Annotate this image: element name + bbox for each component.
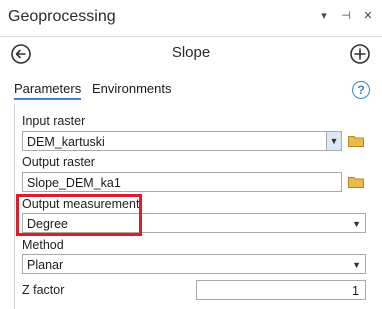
chevron-down-icon: ▼	[352, 219, 361, 229]
chevron-down-icon[interactable]: ▼	[326, 132, 341, 150]
parameters-panel-divider	[14, 104, 15, 309]
input-raster-label: Input raster	[22, 114, 86, 128]
pin-icon[interactable]: ⊣	[340, 9, 352, 22]
window-controls: ▾ ⊣ ✕	[318, 9, 374, 22]
tab-environments[interactable]: Environments	[92, 81, 171, 96]
output-raster-value: Slope_DEM_ka1	[27, 176, 121, 190]
input-raster-value: DEM_kartuski	[27, 135, 105, 149]
method-value: Planar	[27, 258, 64, 272]
output-raster-field[interactable]: Slope_DEM_ka1	[22, 172, 342, 192]
input-raster-field[interactable]: DEM_kartuski ▼	[22, 131, 342, 151]
window-title: Geoprocessing	[8, 8, 116, 25]
tool-title: Slope	[171, 44, 211, 61]
chevron-down-icon: ▼	[352, 260, 361, 270]
method-select[interactable]: Planar ▼	[22, 254, 366, 274]
add-icon[interactable]	[349, 43, 371, 65]
options-dropdown-icon[interactable]: ▾	[318, 9, 330, 22]
folder-icon[interactable]	[348, 176, 364, 188]
folder-icon[interactable]	[348, 135, 364, 147]
highlight-box	[16, 194, 142, 236]
output-raster-label: Output raster	[22, 155, 95, 169]
method-label: Method	[22, 238, 64, 252]
z-factor-label: Z factor	[22, 283, 65, 297]
help-icon[interactable]: ?	[352, 81, 370, 99]
tab-parameters[interactable]: Parameters	[14, 81, 82, 100]
z-factor-input[interactable]: 1	[196, 280, 366, 300]
close-icon[interactable]: ✕	[362, 9, 374, 22]
